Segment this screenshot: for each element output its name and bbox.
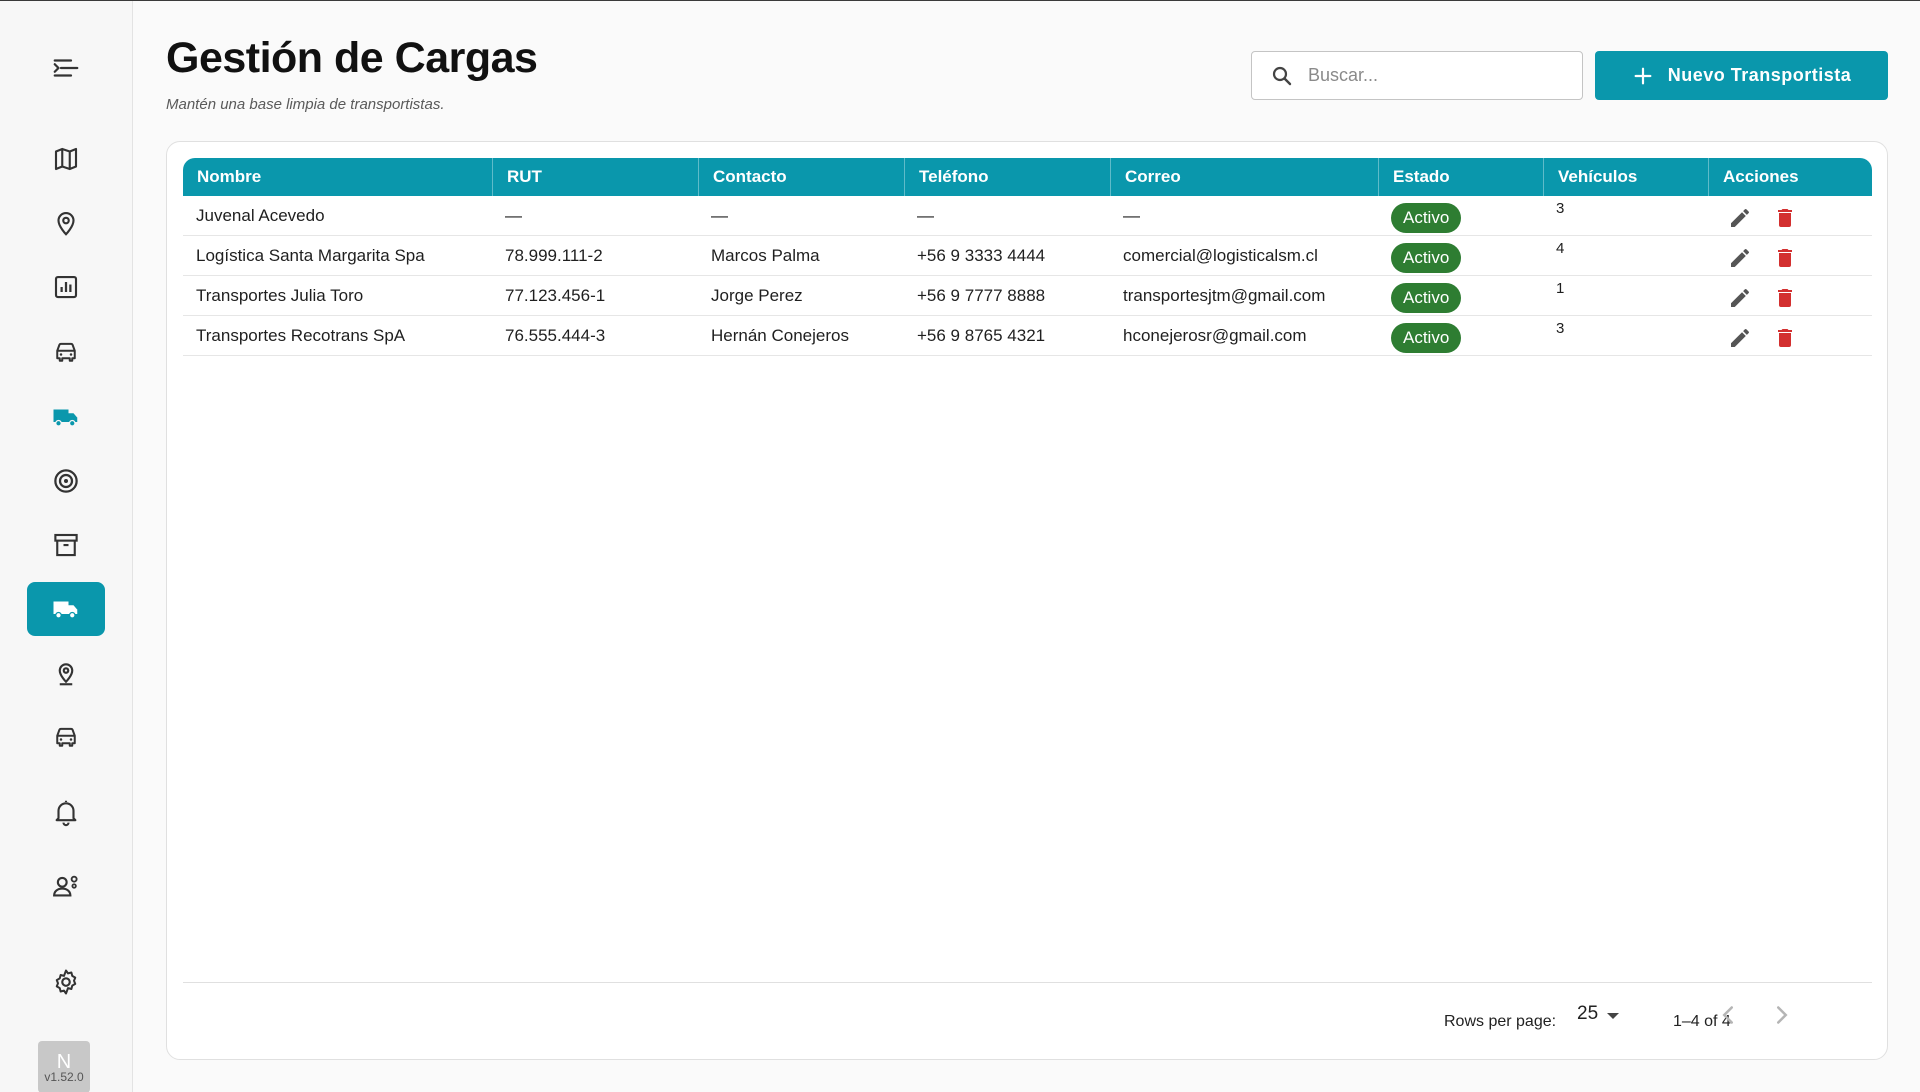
sidebar: N v1.52.0 xyxy=(0,1,133,1092)
table-footer-divider xyxy=(183,982,1872,983)
cell-telefono: +56 9 3333 4444 xyxy=(917,246,1046,265)
column-header-correo[interactable]: Correo xyxy=(1110,158,1378,196)
car-icon xyxy=(56,342,76,362)
cell-correo: — xyxy=(1123,206,1140,225)
table-row[interactable]: Juvenal Acevedo — — — — Activo 3 xyxy=(183,196,1872,236)
cell-nombre: Transportes Julia Toro xyxy=(196,286,364,305)
menu-collapse-icon xyxy=(53,59,79,77)
delete-icon[interactable] xyxy=(1773,326,1797,350)
cell-nombre: Transportes Recotrans SpA xyxy=(196,326,406,345)
window-top-border xyxy=(0,0,1920,1)
column-header-nombre[interactable]: Nombre xyxy=(183,158,492,196)
sidebar-item-vehicles[interactable] xyxy=(27,325,105,379)
column-header-estado[interactable]: Estado xyxy=(1378,158,1543,196)
page-subtitle: Mantén una base limpia de transportistas… xyxy=(166,96,445,113)
sidebar-item-locations[interactable] xyxy=(27,196,105,250)
new-carrier-button[interactable]: Nuevo Transportista xyxy=(1595,51,1888,100)
table-row[interactable]: Logística Santa Margarita Spa 78.999.111… xyxy=(183,236,1872,276)
search-box[interactable] xyxy=(1251,51,1583,100)
cell-contacto: Hernán Conejeros xyxy=(711,326,849,345)
cell-telefono: — xyxy=(917,206,934,225)
edit-icon[interactable] xyxy=(1728,326,1752,350)
search-icon xyxy=(1272,66,1292,85)
cell-rut: 76.555.444-3 xyxy=(505,326,606,345)
app-version: v1.52.0 xyxy=(44,1070,84,1084)
cell-correo: transportesjtm@gmail.com xyxy=(1123,286,1326,305)
cell-telefono: +56 9 7777 8888 xyxy=(917,286,1046,305)
bell-icon xyxy=(55,800,77,827)
status-badge: Activo xyxy=(1391,243,1462,273)
chevron-right-icon[interactable] xyxy=(1767,1000,1797,1030)
sidebar-item-shipping[interactable] xyxy=(27,390,105,444)
rows-per-page-label: Rows per page: xyxy=(1444,1013,1557,1030)
cell-nombre: Juvenal Acevedo xyxy=(196,206,325,225)
column-header-telefono[interactable]: Teléfono xyxy=(904,158,1110,196)
sidebar-item-targets[interactable] xyxy=(27,454,105,508)
sidebar-item-fleet[interactable] xyxy=(27,710,105,764)
table-row[interactable]: Transportes Recotrans SpA 76.555.444-3 H… xyxy=(183,316,1872,356)
sidebar-item-places[interactable] xyxy=(27,646,105,700)
cell-correo: hconejerosr@gmail.com xyxy=(1123,326,1307,345)
cell-vehiculos: 1 xyxy=(1556,280,1565,297)
location-pin-icon xyxy=(57,212,75,236)
sidebar-item-users[interactable] xyxy=(27,859,105,913)
cell-vehiculos: 4 xyxy=(1556,240,1565,257)
menu-collapse-button[interactable] xyxy=(27,41,105,95)
plus-icon xyxy=(1634,67,1652,84)
search-input[interactable] xyxy=(1308,65,1548,86)
user-settings-icon xyxy=(53,875,78,897)
sidebar-item-carriers[interactable] xyxy=(27,582,105,636)
sidebar-item-map[interactable] xyxy=(27,132,105,186)
delete-icon[interactable] xyxy=(1773,286,1797,310)
chevron-down-icon[interactable] xyxy=(1607,1013,1619,1019)
archive-icon xyxy=(54,533,78,557)
bar-chart-icon xyxy=(54,275,78,299)
sidebar-item-reports[interactable] xyxy=(27,260,105,314)
target-icon xyxy=(54,469,78,493)
truck-icon xyxy=(53,409,78,427)
carriers-table-card: Nombre RUT Contacto Teléfono Correo Esta… xyxy=(166,141,1888,1060)
map-icon xyxy=(54,147,78,171)
cell-contacto: Marcos Palma xyxy=(711,246,820,265)
column-header-rut[interactable]: RUT xyxy=(492,158,698,196)
cell-contacto: Jorge Perez xyxy=(711,286,803,305)
cell-rut: 77.123.456-1 xyxy=(505,286,606,305)
edit-icon[interactable] xyxy=(1728,206,1752,230)
page-title: Gestión de Cargas xyxy=(166,34,538,82)
column-header-acciones: Acciones xyxy=(1708,158,1872,196)
status-badge: Activo xyxy=(1391,283,1462,313)
cell-vehiculos: 3 xyxy=(1556,320,1565,337)
truck-icon xyxy=(53,601,78,619)
cell-telefono: +56 9 8765 4321 xyxy=(917,326,1046,345)
sidebar-item-notifications[interactable] xyxy=(27,785,105,839)
chevron-left-icon[interactable] xyxy=(1713,1000,1743,1030)
cell-nombre: Logística Santa Margarita Spa xyxy=(196,246,425,265)
column-header-contacto[interactable]: Contacto xyxy=(698,158,904,196)
cell-vehiculos: 3 xyxy=(1556,200,1565,217)
rows-per-page-select[interactable]: 25 xyxy=(1577,1003,1598,1025)
edit-icon[interactable] xyxy=(1728,246,1752,270)
new-carrier-label: Nuevo Transportista xyxy=(1667,65,1852,85)
location-pin-icon xyxy=(58,663,74,686)
status-badge: Activo xyxy=(1391,323,1462,353)
table-row[interactable]: Transportes Julia Toro 77.123.456-1 Jorg… xyxy=(183,276,1872,316)
status-badge: Activo xyxy=(1391,203,1462,233)
sidebar-item-archive[interactable] xyxy=(27,518,105,572)
edit-icon[interactable] xyxy=(1728,286,1752,310)
gear-icon xyxy=(55,969,77,995)
car-icon xyxy=(56,727,76,747)
sidebar-item-settings[interactable] xyxy=(27,955,105,1009)
delete-icon[interactable] xyxy=(1773,206,1797,230)
user-avatar[interactable]: N xyxy=(38,1041,90,1092)
table-header: Nombre RUT Contacto Teléfono Correo Esta… xyxy=(183,158,1872,196)
column-header-vehiculos[interactable]: Vehículos xyxy=(1543,158,1708,196)
cell-rut: — xyxy=(505,206,522,225)
delete-icon[interactable] xyxy=(1773,246,1797,270)
cell-rut: 78.999.111-2 xyxy=(505,246,603,265)
cell-contacto: — xyxy=(711,206,728,225)
cell-correo: comercial@logisticalsm.cl xyxy=(1123,246,1318,265)
